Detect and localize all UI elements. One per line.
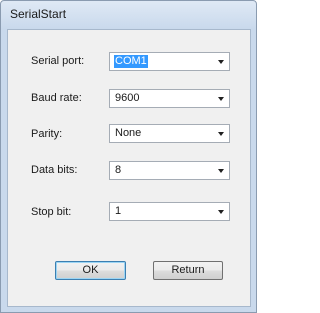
- chevron-down-icon[interactable]: [218, 60, 224, 64]
- dialog-client-area: Serial port: COM1 Baud rate: 9600 Parity…: [7, 29, 251, 307]
- return-button[interactable]: Return: [153, 261, 223, 280]
- chevron-down-icon[interactable]: [218, 132, 224, 136]
- serial-port-value: COM1: [114, 55, 148, 68]
- chevron-down-icon[interactable]: [218, 169, 224, 173]
- window-title: SerialStart: [10, 7, 67, 21]
- chevron-down-icon[interactable]: [218, 210, 224, 214]
- data-bits-label: Data bits:: [31, 164, 78, 176]
- title-bar[interactable]: SerialStart: [1, 1, 256, 29]
- parity-select[interactable]: None: [109, 124, 230, 143]
- data-bits-select[interactable]: 8: [109, 161, 230, 180]
- chevron-down-icon[interactable]: [218, 97, 224, 101]
- serial-port-label: Serial port:: [31, 55, 85, 67]
- baud-rate-label: Baud rate:: [31, 92, 82, 104]
- dialog-window: SerialStart Serial port: COM1 Baud rate:…: [0, 0, 257, 313]
- stop-bit-value: 1: [115, 205, 122, 217]
- baud-rate-select[interactable]: 9600: [109, 89, 230, 108]
- serial-port-select[interactable]: COM1: [109, 52, 230, 71]
- stop-bit-label: Stop bit:: [31, 206, 72, 218]
- parity-label: Parity:: [31, 128, 63, 140]
- parity-value: None: [115, 127, 142, 139]
- ok-button[interactable]: OK: [55, 261, 126, 280]
- data-bits-value: 8: [115, 164, 122, 176]
- baud-rate-value: 9600: [115, 92, 140, 104]
- stop-bit-select[interactable]: 1: [109, 202, 230, 221]
